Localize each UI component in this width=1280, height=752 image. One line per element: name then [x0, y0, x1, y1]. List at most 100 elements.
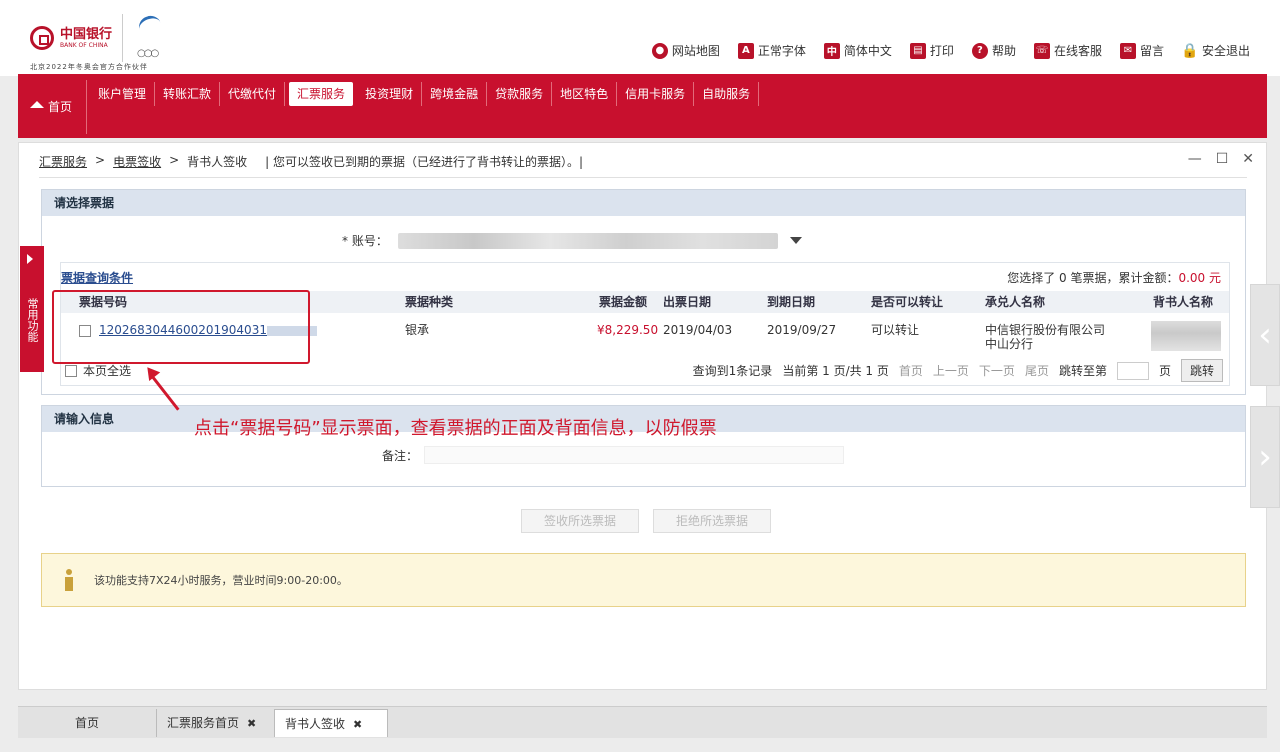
reject-selected-button[interactable]: 拒绝所选票据 — [653, 509, 771, 533]
col-issue-date[interactable]: 出票日期 — [663, 291, 711, 313]
acceptor-name: 中信银行股份有限公司中山分行 — [985, 323, 1106, 351]
logout-link[interactable]: 🔒 安全退出 — [1181, 42, 1250, 59]
breadcrumb-hint: | 您可以签收已到期的票据（已经进行了背书转让的票据）。| — [265, 155, 584, 169]
query-conditions-link[interactable]: 票据查询条件 — [61, 269, 133, 286]
bank-logo-mark — [30, 26, 54, 50]
record-count: 查询到1条记录 — [692, 364, 773, 378]
window-controls: — ☐ ✕ — [1188, 151, 1254, 167]
page-unit: 页 — [1158, 364, 1171, 378]
chevron-right-icon[interactable]: › — [1250, 406, 1280, 508]
select-all[interactable]: 本页全选 — [65, 362, 131, 379]
sign-selected-button[interactable]: 签收所选票据 — [521, 509, 639, 533]
nav-item-transfer[interactable]: 转账汇款 — [155, 82, 221, 106]
annotation-highlight-box — [52, 290, 310, 364]
breadcrumb-root[interactable]: 汇票服务 — [39, 153, 87, 170]
bank-name-cn: 中国银行 — [60, 26, 113, 42]
minimize-icon[interactable]: — — [1188, 151, 1202, 167]
home-icon — [30, 101, 44, 108]
goto-label: 跳转至第 — [1058, 364, 1107, 378]
maximize-icon[interactable]: ☐ — [1216, 151, 1229, 167]
nav-home[interactable]: 首页 — [30, 98, 72, 115]
utility-links: ● 网站地图 A 正常字体 中简体中文 ▤ 打印 ? 帮助 ☏ 在线客服 ✉ 留言 🔒 安全退… — [651, 42, 1250, 59]
tab-home[interactable]: 首页 — [18, 709, 156, 737]
mail-icon: ✉ — [1119, 42, 1136, 59]
bill-kind: 银承 — [405, 323, 430, 337]
sponsor-tagline: 北京2022年冬奥会官方合作伙伴 — [30, 63, 148, 71]
section-title: 请选择票据 — [42, 190, 1245, 216]
breadcrumb-level2[interactable]: 电票签收 — [113, 153, 161, 170]
transferable: 可以转让 — [871, 323, 920, 337]
tab-endorser-sign[interactable]: 背书人签收 ✖ — [274, 709, 388, 737]
goto-button[interactable]: 跳转 — [1180, 359, 1223, 382]
remark-label: 备注： — [382, 448, 419, 463]
nav-item-loans[interactable]: 贷款服务 — [487, 82, 553, 106]
online-support-link[interactable]: ☏ 在线客服 — [1033, 42, 1102, 59]
pagination: 查询到1条记录 当前第 1 页/共 1 页 首页 上一页 下一页 尾页 跳转至第… — [693, 359, 1223, 382]
close-icon[interactable]: ✖ — [353, 718, 362, 731]
printer-icon: ▤ — [909, 42, 926, 59]
bank-name-en: BANK OF CHINA — [60, 41, 108, 49]
lock-icon: 🔒 — [1181, 42, 1199, 59]
breadcrumb: 汇票服务 > 电票签收 > 背书人签收 | 您可以签收已到期的票据（已经进行了背… — [39, 153, 584, 170]
main-nav: 首页 账户管理 转账汇款 代缴代付 汇票服务 投资理财 跨境金融 贷款服务 地区… — [18, 74, 1267, 138]
logo-divider — [122, 14, 124, 62]
nav-item-account[interactable]: 账户管理 — [90, 82, 156, 106]
service-notice: 该功能支持7X24小时服务，营业时间9:00-20:00。 — [41, 553, 1246, 607]
notice-text: 该功能支持7X24小时服务，营业时间9:00-20:00。 — [94, 574, 348, 587]
tab-draft-service-home[interactable]: 汇票服务首页 ✖ — [156, 709, 274, 737]
remark-input[interactable] — [424, 446, 845, 464]
nav-item-regional[interactable]: 地区特色 — [552, 82, 618, 106]
top-header: 中国银行 BANK OF CHINA ○○○ 北京2022年冬奥会官方合作伙伴 … — [0, 0, 1280, 76]
close-icon[interactable]: ✕ — [1242, 151, 1254, 167]
account-label: * 账号： — [342, 234, 388, 248]
map-pin-icon: ● — [651, 42, 668, 59]
nav-item-draft-service[interactable]: 汇票服务 — [289, 82, 354, 106]
site-map-link[interactable]: ● 网站地图 — [651, 42, 720, 59]
nav-item-self-service[interactable]: 自助服务 — [694, 82, 760, 106]
common-functions-tab[interactable]: 常用功能 — [20, 246, 44, 372]
font-size-link[interactable]: A 正常字体 — [737, 42, 806, 59]
remark-row: 备注： — [382, 446, 845, 464]
help-link[interactable]: ? 帮助 — [971, 42, 1016, 59]
chevron-down-icon[interactable] — [789, 237, 802, 244]
endorser-name-redacted — [1151, 321, 1221, 351]
close-icon[interactable]: ✖ — [247, 717, 256, 730]
play-icon — [27, 254, 33, 264]
first-page-link[interactable]: 首页 — [899, 362, 923, 379]
col-transferable: 是否可以转让 — [871, 295, 944, 309]
goto-page-input[interactable] — [1116, 361, 1149, 380]
bank-logo[interactable]: 中国银行 BANK OF CHINA ○○○ — [30, 12, 173, 62]
nav-item-investment[interactable]: 投资理财 — [357, 82, 423, 106]
select-all-checkbox[interactable] — [65, 364, 77, 377]
col-acceptor: 承兑人名称 — [985, 295, 1046, 309]
message-link[interactable]: ✉ 留言 — [1119, 42, 1164, 59]
olympic-emblem: ○○○ — [133, 12, 173, 62]
chevron-left-icon[interactable]: ‹ — [1250, 284, 1280, 386]
account-row: * 账号： — [342, 232, 802, 249]
support-icon: ☏ — [1033, 42, 1050, 59]
col-due-date[interactable]: 到期日期 — [767, 291, 815, 313]
nav-item-cross-border[interactable]: 跨境金融 — [422, 82, 488, 106]
bottom-tab-bar: 首页 汇票服务首页 ✖ 背书人签收 ✖ — [18, 706, 1267, 738]
account-select[interactable] — [397, 232, 778, 249]
help-icon: ? — [971, 42, 988, 59]
breadcrumb-current: 背书人签收 — [187, 155, 248, 169]
action-buttons: 签收所选票据 拒绝所选票据 — [521, 509, 771, 533]
col-bill-kind: 票据种类 — [405, 295, 454, 309]
page-info: 当前第 1 页/共 1 页 — [782, 364, 889, 378]
annotation-text: 点击“票据号码”显示票面，查看票据的正面及背面信息，以防假票 — [194, 418, 717, 439]
nav-item-credit-card[interactable]: 信用卡服务 — [617, 82, 695, 106]
nav-item-payment[interactable]: 代缴代付 — [220, 82, 286, 106]
bill-amount: ¥8,229.50 — [597, 323, 659, 337]
col-amount[interactable]: 票据金额 — [599, 291, 647, 313]
due-date: 2019/09/27 — [767, 323, 837, 337]
print-link[interactable]: ▤ 打印 — [909, 42, 954, 59]
issue-date: 2019/04/03 — [663, 323, 733, 337]
font-a-icon: A — [737, 42, 754, 59]
prev-page-link[interactable]: 上一页 — [933, 362, 969, 379]
language-link[interactable]: 中简体中文 — [823, 42, 892, 59]
summary-amount: 0.00 元 — [1178, 271, 1221, 285]
last-page-link[interactable]: 尾页 — [1025, 362, 1049, 379]
next-page-link[interactable]: 下一页 — [979, 362, 1015, 379]
col-endorser[interactable]: 背书人名称 — [1153, 291, 1213, 313]
